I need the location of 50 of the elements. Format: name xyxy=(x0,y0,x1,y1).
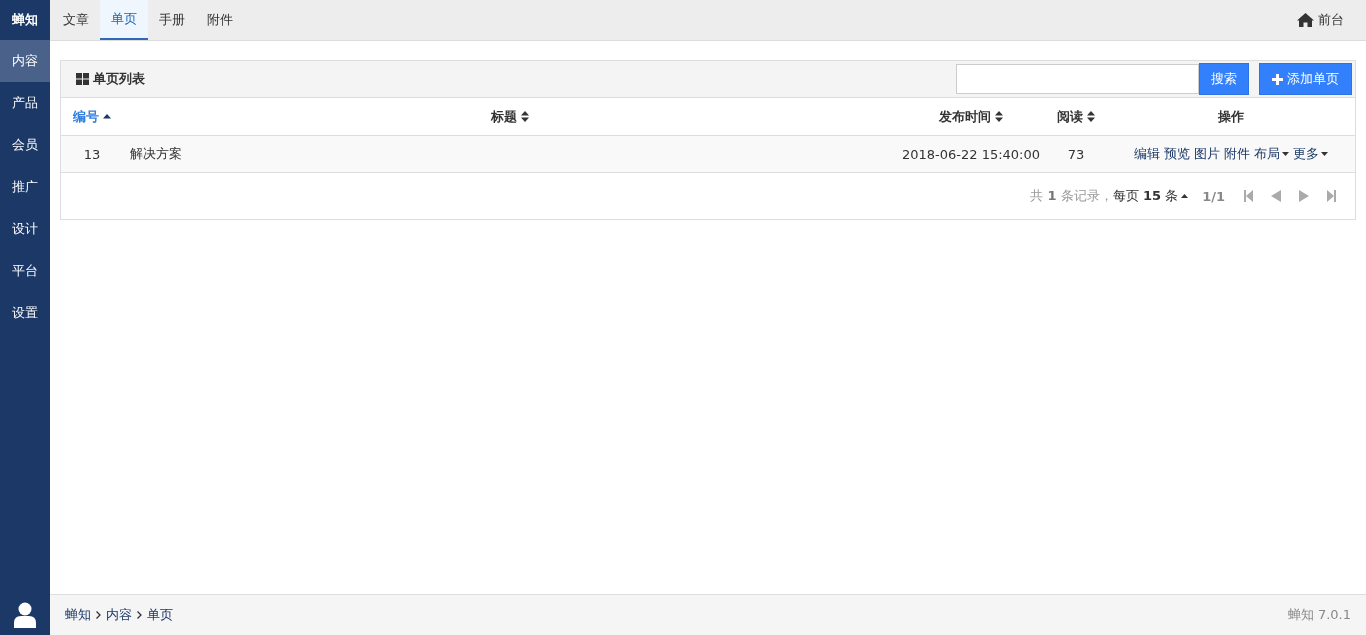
sidebar-item[interactable]: 设计 xyxy=(0,208,50,250)
sidebar-item[interactable]: 会员 xyxy=(0,124,50,166)
tab[interactable]: 文章 xyxy=(52,0,100,40)
table-cell-text: 2018-06-22 15:40:00 xyxy=(900,146,1042,162)
page-size-selector[interactable]: 每页 15 条 xyxy=(1112,187,1189,205)
sidebar-item[interactable]: 推广 xyxy=(0,166,50,208)
caret-up-icon xyxy=(1181,194,1189,198)
sidebar-item[interactable]: 产品 xyxy=(0,82,50,124)
column-header[interactable]: 发布时间 xyxy=(939,107,991,126)
action-link[interactable]: 布局 xyxy=(1253,145,1289,163)
plus-icon xyxy=(1272,73,1283,85)
action-link[interactable]: 编辑 xyxy=(1133,145,1160,163)
tab[interactable]: 手册 xyxy=(148,0,196,40)
panel-title: 单页列表 xyxy=(93,70,145,88)
action-link[interactable]: 更多 xyxy=(1292,145,1328,163)
sort-icon xyxy=(520,111,529,122)
table-cell-text: 解决方案 xyxy=(129,145,183,163)
breadcrumb-link[interactable]: 蝉知 xyxy=(65,606,91,624)
sidebar-item[interactable]: 平台 xyxy=(0,250,50,292)
chevron-right-icon xyxy=(137,611,142,619)
search-button[interactable]: 搜索 xyxy=(1199,63,1249,95)
action-link[interactable]: 预览 xyxy=(1163,145,1190,163)
tab[interactable]: 附件 xyxy=(196,0,244,40)
sort-icon xyxy=(995,111,1003,122)
chevron-right-icon xyxy=(96,611,101,619)
version-text: 蝉知 7.0.1 xyxy=(1287,606,1351,624)
sort-icon xyxy=(1087,111,1095,122)
brand-logo[interactable]: 蝉知 xyxy=(0,0,50,40)
column-header: 操作 xyxy=(1217,107,1244,126)
table-cell-text: 13 xyxy=(82,146,102,162)
home-icon xyxy=(1297,13,1314,27)
frontend-link[interactable]: 前台 xyxy=(1297,0,1366,40)
column-header[interactable]: 标题 xyxy=(490,107,517,126)
sidebar-item[interactable]: 设置 xyxy=(0,292,50,334)
table-cell-text: 73 xyxy=(1066,146,1086,162)
column-header[interactable]: 阅读 xyxy=(1057,107,1083,126)
tab[interactable]: 单页 xyxy=(100,0,148,40)
sidebar-item[interactable]: 内容 xyxy=(0,40,50,82)
sort-ascending-icon xyxy=(103,114,111,119)
action-link[interactable]: 图片 xyxy=(1193,145,1220,163)
search-field[interactable] xyxy=(956,64,1199,94)
grid-icon xyxy=(76,73,89,85)
breadcrumb-link[interactable]: 单页 xyxy=(147,606,173,624)
record-count: 共 1 条记录， xyxy=(1030,187,1113,205)
action-link[interactable]: 附件 xyxy=(1223,145,1250,163)
user-icon xyxy=(14,601,36,628)
add-page-button[interactable]: 添加单页 xyxy=(1259,63,1352,95)
page-number: 1/1 xyxy=(1202,188,1225,204)
breadcrumb-link[interactable]: 内容 xyxy=(106,606,132,624)
column-header[interactable]: 编号 xyxy=(73,107,99,126)
